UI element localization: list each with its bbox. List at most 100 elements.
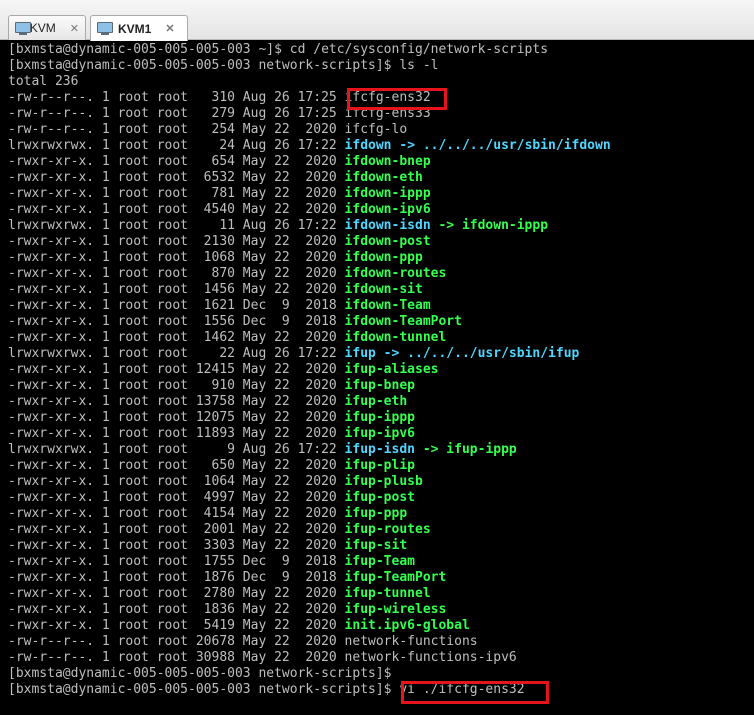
terminal-line: -rwxr-xr-x. 1 root root 650 May 22 2020 … [8, 458, 754, 474]
file-attributes: -rwxr-xr-x. 1 root root 1876 Dec 9 2018 [8, 570, 345, 585]
file-name: ifdown-TeamPort [344, 314, 462, 329]
file-name: ifup-plusb [344, 474, 423, 489]
file-name: ifup-isdn [344, 442, 415, 457]
file-attributes: -rwxr-xr-x. 1 root root 11893 May 22 202… [8, 426, 345, 441]
file-name: ifdown-routes [344, 266, 447, 281]
file-attributes: -rwxr-xr-x. 1 root root 1068 May 22 2020 [8, 250, 345, 265]
file-name: ifdown-eth [344, 170, 423, 185]
file-attributes: -rwxr-xr-x. 1 root root 654 May 22 2020 [8, 154, 345, 169]
terminal-line: -rwxr-xr-x. 1 root root 910 May 22 2020 … [8, 378, 754, 394]
terminal-line: lrwxrwxrwx. 1 root root 9 Aug 26 17:22 i… [8, 442, 754, 458]
file-attributes: -rwxr-xr-x. 1 root root 870 May 22 2020 [8, 266, 345, 281]
highlight-box-ifcfg-ens32 [347, 88, 447, 110]
close-icon[interactable]: ✕ [165, 22, 174, 35]
file-name: ifup-plip [344, 458, 415, 473]
file-attributes: -rw-r--r--. 1 root root 279 Aug 26 17:25 [8, 106, 345, 121]
file-attributes: lrwxrwxrwx. 1 root root 22 Aug 26 17:22 [8, 346, 345, 361]
terminal-line: -rwxr-xr-x. 1 root root 3303 May 22 2020… [8, 538, 754, 554]
tab-label: KVM1 [118, 21, 152, 36]
file-attributes: -rwxr-xr-x. 1 root root 12075 May 22 202… [8, 410, 345, 425]
file-attributes: -rw-r--r--. 1 root root 254 May 22 2020 [8, 122, 345, 137]
terminal-line: lrwxrwxrwx. 1 root root 11 Aug 26 17:22 … [8, 218, 754, 234]
terminal-line: -rwxr-xr-x. 1 root root 654 May 22 2020 … [8, 154, 754, 170]
terminal-output[interactable]: [bxmsta@dynamic-005-005-005-003 ~]$ cd /… [8, 42, 754, 698]
terminal-line: -rwxr-xr-x. 1 root root 1836 May 22 2020… [8, 602, 754, 618]
terminal-line: -rwxr-xr-x. 1 root root 1556 Dec 9 2018 … [8, 314, 754, 330]
terminal-line: -rw-r--r--. 1 root root 30988 May 22 202… [8, 650, 754, 666]
terminal-line: -rwxr-xr-x. 1 root root 6532 May 22 2020… [8, 170, 754, 186]
vm-monitor-icon [15, 21, 31, 35]
file-name: ifup-aliases [344, 362, 439, 377]
file-name: network-functions-ipv6 [344, 650, 517, 665]
file-name: ifup-bnep [344, 378, 415, 393]
file-name: ifdown-isdn [344, 218, 431, 233]
vm-tab-bar: KVM ✕ KVM1 ✕ [0, 0, 754, 41]
file-name: ifup-wireless [344, 602, 447, 617]
file-name: ifdown-post [344, 234, 431, 249]
file-name: ifup-routes [344, 522, 431, 537]
file-name: ifdown-Team [344, 298, 431, 313]
terminal-line: [bxmsta@dynamic-005-005-005-003 network-… [8, 666, 392, 681]
file-attributes: -rwxr-xr-x. 1 root root 4154 May 22 2020 [8, 506, 345, 521]
file-attributes: -rwxr-xr-x. 1 root root 3303 May 22 2020 [8, 538, 345, 553]
terminal-line: -rwxr-xr-x. 1 root root 2001 May 22 2020… [8, 522, 754, 538]
terminal-line: -rwxr-xr-x. 1 root root 1456 May 22 2020… [8, 282, 754, 298]
file-name: ifdown-ppp [344, 250, 423, 265]
file-name: ifup-ppp [344, 506, 408, 521]
file-name: ifdown-tunnel [344, 330, 447, 345]
file-name: ifup-TeamPort [344, 570, 447, 585]
vm-monitor-icon [97, 22, 113, 35]
tab-label: KVM [29, 21, 56, 35]
file-name: ifdown-ipv6 [344, 202, 431, 217]
file-attributes: lrwxrwxrwx. 1 root root 11 Aug 26 17:22 [8, 218, 345, 233]
terminal-line: -rwxr-xr-x. 1 root root 4154 May 22 2020… [8, 506, 754, 522]
terminal-line: -rwxr-xr-x. 1 root root 13758 May 22 202… [8, 394, 754, 410]
file-attributes: lrwxrwxrwx. 1 root root 24 Aug 26 17:22 [8, 138, 345, 153]
terminal-line: lrwxrwxrwx. 1 root root 22 Aug 26 17:22 … [8, 346, 754, 362]
file-attributes: -rwxr-xr-x. 1 root root 1456 May 22 2020 [8, 282, 345, 297]
file-attributes: -rwxr-xr-x. 1 root root 781 May 22 2020 [8, 186, 345, 201]
file-name: ifup-post [344, 490, 415, 505]
terminal-line: -rwxr-xr-x. 1 root root 5419 May 22 2020… [8, 618, 754, 634]
file-name: ifup-ipv6 [344, 426, 415, 441]
terminal-line: -rwxr-xr-x. 1 root root 2130 May 22 2020… [8, 234, 754, 250]
link-target: -> ../../../usr/sbin/ifup [375, 346, 580, 361]
terminal-line: lrwxrwxrwx. 1 root root 24 Aug 26 17:22 … [8, 138, 754, 154]
file-attributes: -rwxr-xr-x. 1 root root 1064 May 22 2020 [8, 474, 345, 489]
file-attributes: -rwxr-xr-x. 1 root root 2780 May 22 2020 [8, 586, 345, 601]
terminal-line: -rwxr-xr-x. 1 root root 4540 May 22 2020… [8, 202, 754, 218]
close-icon[interactable]: ✕ [70, 22, 79, 35]
terminal-line: [bxmsta@dynamic-005-005-005-003 ~]$ cd /… [8, 42, 549, 57]
terminal-line: -rwxr-xr-x. 1 root root 1462 May 22 2020… [8, 330, 754, 346]
terminal-line: [bxmsta@dynamic-005-005-005-003 network-… [8, 58, 439, 73]
file-name: ifdown-bnep [344, 154, 431, 169]
file-attributes: -rwxr-xr-x. 1 root root 1836 May 22 2020 [8, 602, 345, 617]
file-name: ifup-tunnel [344, 586, 431, 601]
link-target: -> ifup-ippp [415, 442, 517, 457]
file-attributes: -rwxr-xr-x. 1 root root 1621 Dec 9 2018 [8, 298, 345, 313]
file-attributes: lrwxrwxrwx. 1 root root 9 Aug 26 17:22 [8, 442, 345, 457]
tab-kvm[interactable]: KVM ✕ [8, 15, 86, 40]
file-attributes: -rwxr-xr-x. 1 root root 650 May 22 2020 [8, 458, 345, 473]
file-name: ifup-ippp [344, 410, 415, 425]
file-name: ifdown-ippp [344, 186, 431, 201]
terminal-line: -rwxr-xr-x. 1 root root 781 May 22 2020 … [8, 186, 754, 202]
terminal-line: -rwxr-xr-x. 1 root root 1064 May 22 2020… [8, 474, 754, 490]
terminal-line: -rwxr-xr-x. 1 root root 870 May 22 2020 … [8, 266, 754, 282]
terminal-line: [bxmsta@dynamic-005-005-005-003 network-… [8, 682, 525, 697]
file-attributes: -rwxr-xr-x. 1 root root 910 May 22 2020 [8, 378, 345, 393]
terminal-line: -rw-r--r--. 1 root root 20678 May 22 202… [8, 634, 754, 650]
terminal-line: -rwxr-xr-x. 1 root root 12415 May 22 202… [8, 362, 754, 378]
tab-kvm1[interactable]: KVM1 ✕ [90, 15, 188, 41]
link-target: -> ../../../usr/sbin/ifdown [391, 138, 611, 153]
file-attributes: -rwxr-xr-x. 1 root root 2130 May 22 2020 [8, 234, 345, 249]
file-attributes: -rw-r--r--. 1 root root 30988 May 22 202… [8, 650, 345, 665]
file-attributes: -rwxr-xr-x. 1 root root 1462 May 22 2020 [8, 330, 345, 345]
file-name: network-functions [344, 634, 478, 649]
file-attributes: -rwxr-xr-x. 1 root root 1755 Dec 9 2018 [8, 554, 345, 569]
file-name: init.ipv6-global [344, 618, 470, 633]
terminal-line: -rwxr-xr-x. 1 root root 4997 May 22 2020… [8, 490, 754, 506]
terminal-line: -rw-r--r--. 1 root root 254 May 22 2020 … [8, 122, 754, 138]
terminal-line: -rwxr-xr-x. 1 root root 12075 May 22 202… [8, 410, 754, 426]
link-target: -> ifdown-ippp [430, 218, 549, 233]
